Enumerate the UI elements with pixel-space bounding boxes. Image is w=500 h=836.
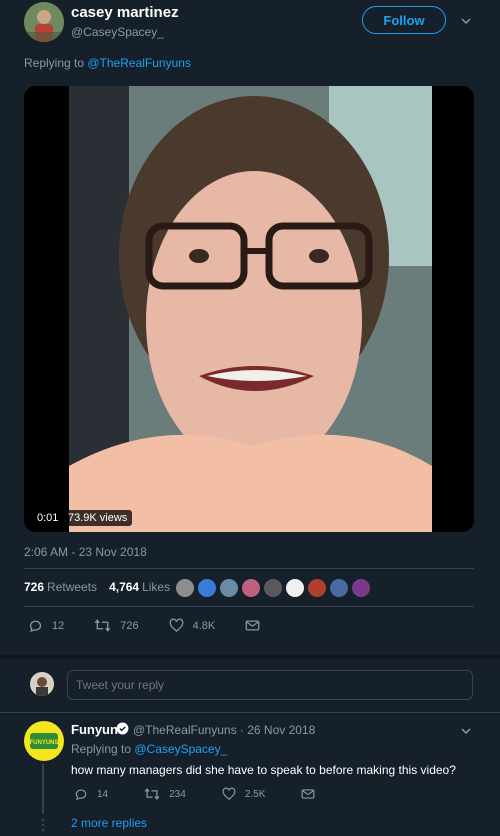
reply-tweet-actions: 14 234 2.5K bbox=[74, 787, 360, 801]
retweet-action[interactable]: 234 bbox=[144, 787, 186, 801]
funyuns-logo-text: FUNYUNS bbox=[29, 740, 58, 746]
liker-avatar[interactable] bbox=[219, 578, 239, 598]
retweet-count: 726 bbox=[120, 619, 139, 632]
like-count: 4.8K bbox=[192, 619, 216, 632]
retweet-icon bbox=[95, 619, 111, 632]
divider bbox=[24, 606, 474, 607]
like-count: 2.5K bbox=[244, 788, 266, 800]
retweets-stat[interactable]: 726 Retweets bbox=[24, 580, 97, 594]
retweets-label: Retweets bbox=[47, 580, 98, 594]
video-frame[interactable] bbox=[69, 86, 432, 532]
liker-avatar[interactable] bbox=[351, 578, 371, 598]
envelope-icon bbox=[245, 620, 260, 631]
video-time-badge: 0:01 bbox=[32, 510, 64, 526]
author-name[interactable]: casey martinez bbox=[71, 4, 179, 21]
reply-replying-prefix: Replying to bbox=[71, 742, 135, 756]
likes-count: 4,764 bbox=[109, 580, 140, 594]
liker-avatar[interactable] bbox=[263, 578, 283, 598]
reply-replying-target-link[interactable]: @CaseySpacey_ bbox=[134, 742, 227, 756]
retweet-count: 234 bbox=[169, 788, 186, 800]
video-player[interactable]: 0:01 73.9K views bbox=[24, 86, 474, 532]
replying-target-link[interactable]: @TheRealFunyuns bbox=[87, 56, 191, 70]
retweets-count: 726 bbox=[24, 580, 45, 594]
reply-author-meta[interactable]: @TheRealFunyuns · 26 Nov 2018 bbox=[133, 723, 315, 737]
likes-label: Likes bbox=[142, 580, 171, 594]
divider bbox=[0, 712, 500, 713]
follow-button[interactable]: Follow bbox=[362, 6, 446, 34]
thread-dots bbox=[41, 818, 45, 836]
retweet-action[interactable]: 726 bbox=[94, 618, 139, 633]
section-divider bbox=[0, 655, 500, 659]
liker-avatar[interactable] bbox=[175, 578, 195, 598]
chevron-down-icon[interactable] bbox=[459, 14, 473, 28]
tweet-actions: 12 726 4.8K bbox=[28, 618, 299, 633]
reply-icon bbox=[75, 789, 87, 801]
author-avatar[interactable] bbox=[24, 2, 64, 42]
liker-avatar[interactable] bbox=[329, 578, 349, 598]
likes-stat[interactable]: 4,764 Likes bbox=[109, 580, 170, 594]
tweet-timestamp[interactable]: 2:06 AM - 23 Nov 2018 bbox=[24, 545, 147, 559]
reply-count: 14 bbox=[97, 788, 109, 800]
message-action[interactable] bbox=[245, 618, 269, 633]
video-letterbox-left bbox=[24, 86, 69, 532]
liker-avatar[interactable] bbox=[197, 578, 217, 598]
reply-icon bbox=[29, 620, 42, 633]
like-action[interactable]: 4.8K bbox=[169, 618, 216, 633]
retweet-icon bbox=[144, 788, 160, 800]
heart-icon bbox=[222, 787, 236, 801]
reply-input[interactable] bbox=[67, 670, 473, 700]
tweet-stats: 726 Retweets 4,764 Likes bbox=[24, 580, 170, 594]
author-handle[interactable]: @CaseySpacey_ bbox=[71, 25, 164, 39]
user-avatar bbox=[30, 672, 54, 696]
liker-avatar[interactable] bbox=[241, 578, 261, 598]
liker-avatar[interactable] bbox=[307, 578, 327, 598]
replying-prefix: Replying to bbox=[24, 56, 88, 70]
more-replies-link[interactable]: 2 more replies bbox=[71, 816, 147, 830]
video-letterbox-right bbox=[432, 86, 474, 532]
thread-line bbox=[42, 764, 44, 814]
replying-to: Replying to @TheRealFunyuns bbox=[24, 56, 191, 70]
message-action[interactable] bbox=[301, 787, 324, 801]
reply-count: 12 bbox=[52, 619, 65, 632]
like-action[interactable]: 2.5K bbox=[222, 787, 266, 801]
verified-badge-icon bbox=[116, 722, 129, 735]
funyuns-avatar[interactable]: FUNYUNS bbox=[24, 721, 64, 761]
heart-icon bbox=[169, 618, 183, 632]
video-views-badge: 73.9K views bbox=[63, 510, 133, 526]
reply-text: how many managers did she have to speak … bbox=[71, 763, 456, 777]
chevron-down-icon[interactable] bbox=[459, 724, 473, 738]
liker-avatar[interactable] bbox=[285, 578, 305, 598]
reply-replying-to: Replying to @CaseySpacey_ bbox=[71, 742, 227, 756]
likers-avatars[interactable] bbox=[175, 578, 371, 598]
envelope-icon bbox=[301, 789, 315, 799]
reply-action[interactable]: 14 bbox=[74, 787, 108, 801]
divider bbox=[24, 568, 474, 569]
reply-action[interactable]: 12 bbox=[28, 618, 64, 633]
